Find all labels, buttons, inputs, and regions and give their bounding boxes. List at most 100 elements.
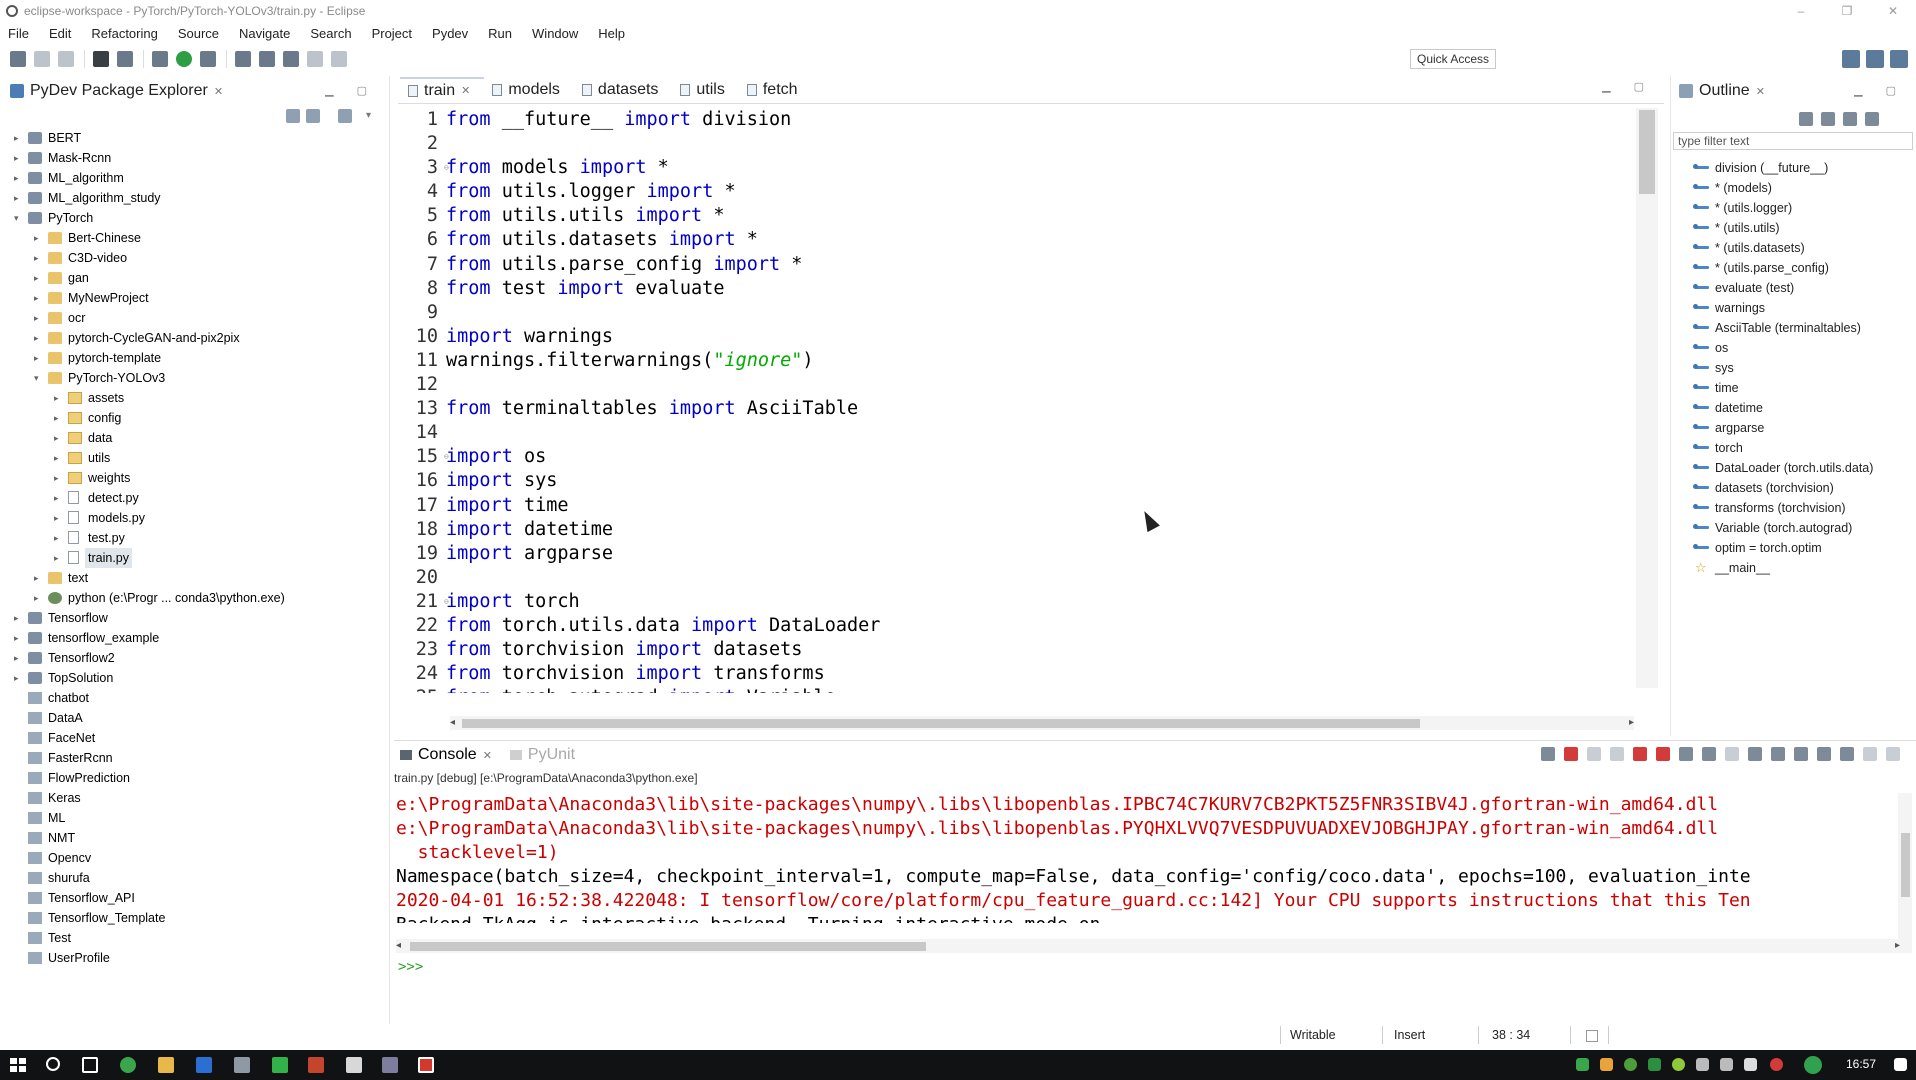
tree-item[interactable]: ▸ train.py bbox=[0, 548, 390, 568]
tree-item[interactable]: Tensorflow_Template bbox=[0, 908, 390, 928]
expand-arrow-icon[interactable]: ▸ bbox=[54, 528, 64, 548]
outline-item[interactable]: ☆ __main__ bbox=[1671, 558, 1916, 578]
tab-pyunit[interactable]: PyUnit bbox=[509, 746, 575, 764]
tree-item[interactable]: DataA bbox=[0, 708, 390, 728]
clear-console-icon[interactable] bbox=[1679, 747, 1693, 761]
task-view-icon[interactable] bbox=[82, 1057, 98, 1073]
console-horizontal-scrollbar[interactable]: ◂ ▸ bbox=[396, 939, 1900, 953]
outline-item[interactable]: * (utils.datasets) bbox=[1671, 238, 1916, 258]
tree-item[interactable]: ▸ models.py bbox=[0, 508, 390, 528]
hide-fields-icon[interactable] bbox=[1821, 112, 1835, 126]
windows-start-icon[interactable] bbox=[10, 1058, 26, 1072]
save-all-icon[interactable] bbox=[58, 51, 74, 67]
outline-item[interactable]: os bbox=[1671, 338, 1916, 358]
code-line[interactable]: 9 bbox=[398, 301, 1638, 325]
tree-item[interactable]: FlowPrediction bbox=[0, 768, 390, 788]
expand-arrow-icon[interactable]: ▸ bbox=[14, 148, 24, 168]
menu-pydev[interactable]: Pydev bbox=[432, 26, 468, 41]
tree-item[interactable]: NMT bbox=[0, 828, 390, 848]
tree-item[interactable]: ▸ pytorch-template bbox=[0, 348, 390, 368]
clock[interactable]: 16:57 bbox=[1846, 1057, 1876, 1071]
code-line[interactable]: 11 warnings.filterwarnings("ignore") bbox=[398, 349, 1638, 373]
collapse-arrow-icon[interactable]: ▾ bbox=[14, 208, 24, 228]
stop-icon[interactable] bbox=[1633, 747, 1647, 761]
outline-item[interactable]: * (utils.logger) bbox=[1671, 198, 1916, 218]
tab-datasets[interactable]: datasets bbox=[574, 77, 672, 103]
link-icon[interactable] bbox=[1865, 112, 1879, 126]
debug-perspective-icon[interactable] bbox=[1890, 50, 1908, 68]
expand-arrow-icon[interactable]: ▸ bbox=[54, 548, 64, 568]
code-line[interactable]: 1 from __future__ import division bbox=[398, 108, 1638, 132]
menu-file[interactable]: File bbox=[8, 26, 29, 41]
code-line[interactable]: 13 from terminaltables import AsciiTable bbox=[398, 397, 1638, 421]
code-line[interactable]: 15 ⊖ import os bbox=[398, 445, 1638, 469]
tree-item[interactable]: ▸ TopSolution bbox=[0, 668, 390, 688]
app-grid-icon[interactable] bbox=[308, 1057, 324, 1073]
expand-arrow-icon[interactable]: ▸ bbox=[54, 508, 64, 528]
menu-run[interactable]: Run bbox=[488, 26, 512, 41]
media-icon[interactable] bbox=[346, 1057, 362, 1073]
recorder-icon[interactable] bbox=[418, 1057, 434, 1073]
editor-vertical-scrollbar[interactable] bbox=[1636, 108, 1658, 688]
menu-help[interactable]: Help bbox=[598, 26, 625, 41]
volume-icon[interactable] bbox=[1720, 1058, 1733, 1071]
notifications-icon[interactable] bbox=[1894, 1058, 1907, 1071]
tree-item[interactable]: Tensorflow_API bbox=[0, 888, 390, 908]
close-tab-icon[interactable]: ✕ bbox=[461, 79, 470, 103]
close-view-icon[interactable]: ✕ bbox=[214, 85, 223, 98]
tree-item[interactable]: ▸ Bert-Chinese bbox=[0, 228, 390, 248]
tray-icon[interactable] bbox=[1576, 1058, 1589, 1071]
outline-item[interactable]: torch bbox=[1671, 438, 1916, 458]
code-line[interactable]: 14 bbox=[398, 421, 1638, 445]
tab-models[interactable]: models bbox=[484, 77, 574, 103]
tab-fetch[interactable]: fetch bbox=[739, 77, 812, 103]
quick-access-input[interactable]: Quick Access bbox=[1410, 49, 1496, 69]
scrollbar-thumb[interactable] bbox=[1639, 110, 1655, 194]
maximize-view-icon[interactable] bbox=[1886, 747, 1900, 761]
outline-item[interactable]: warnings bbox=[1671, 298, 1916, 318]
search-icon[interactable] bbox=[46, 1057, 60, 1071]
menu-navigate[interactable]: Navigate bbox=[239, 26, 290, 41]
code-line[interactable]: 7 from utils.parse_config import * bbox=[398, 253, 1638, 277]
outline-item[interactable]: time bbox=[1671, 378, 1916, 398]
code-line[interactable]: 22 from torch.utils.data import DataLoade… bbox=[398, 614, 1638, 638]
fold-toggle-icon[interactable]: ⊖ bbox=[444, 445, 449, 469]
expand-arrow-icon[interactable]: ▸ bbox=[14, 188, 24, 208]
expand-arrow-icon[interactable]: ▸ bbox=[14, 128, 24, 148]
close-tab-icon[interactable]: ✕ bbox=[483, 749, 492, 762]
save-icon[interactable] bbox=[34, 51, 50, 67]
remove-all-icon[interactable] bbox=[1610, 747, 1624, 761]
tree-item[interactable]: FaceNet bbox=[0, 728, 390, 748]
fold-toggle-icon[interactable]: ⊖ bbox=[444, 590, 449, 614]
remove-launch-icon[interactable] bbox=[1587, 747, 1601, 761]
tree-item[interactable]: Opencv bbox=[0, 848, 390, 868]
outline-item[interactable]: sys bbox=[1671, 358, 1916, 378]
tray-icon[interactable] bbox=[1804, 1056, 1822, 1074]
scroll-right-icon[interactable]: ▸ bbox=[1895, 939, 1900, 953]
expand-arrow-icon[interactable]: ▸ bbox=[34, 568, 44, 588]
new-console-icon[interactable] bbox=[1840, 747, 1854, 761]
close-window-button[interactable]: ✕ bbox=[1870, 0, 1916, 22]
code-line[interactable]: 20 bbox=[398, 566, 1638, 590]
tree-item[interactable]: ▸ Tensorflow2 bbox=[0, 648, 390, 668]
expand-arrow-icon[interactable]: ▸ bbox=[34, 288, 44, 308]
next-annotation-icon[interactable] bbox=[283, 51, 299, 67]
tree-item[interactable]: ▸ gan bbox=[0, 268, 390, 288]
tree-item[interactable]: ▸ config bbox=[0, 408, 390, 428]
open-console-icon[interactable] bbox=[1817, 747, 1831, 761]
tray-icon[interactable] bbox=[1648, 1058, 1661, 1071]
expand-arrow-icon[interactable]: ▸ bbox=[34, 308, 44, 328]
outline-filter-input[interactable]: type filter text bbox=[1673, 132, 1913, 150]
tree-item[interactable]: ▸ pytorch-CycleGAN-and-pix2pix bbox=[0, 328, 390, 348]
expand-arrow-icon[interactable]: ▸ bbox=[34, 268, 44, 288]
outline-item[interactable]: datetime bbox=[1671, 398, 1916, 418]
forward-icon[interactable] bbox=[331, 51, 347, 67]
outline-item[interactable]: optim = torch.optim bbox=[1671, 538, 1916, 558]
view-minmax-controls[interactable]: ▁ ▢ bbox=[1854, 84, 1906, 97]
scroll-left-icon[interactable]: ◂ bbox=[450, 716, 455, 730]
menu-project[interactable]: Project bbox=[372, 26, 412, 41]
heap-status-icon[interactable] bbox=[1586, 1030, 1598, 1042]
search-icon[interactable] bbox=[259, 51, 275, 67]
tree-item[interactable]: ▸ data bbox=[0, 428, 390, 448]
outline-item[interactable]: evaluate (test) bbox=[1671, 278, 1916, 298]
